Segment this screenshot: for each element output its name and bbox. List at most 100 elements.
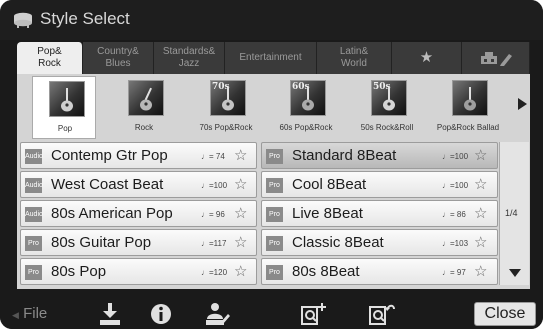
subcat-thumbnail <box>128 80 164 116</box>
style-name: Classic 8Beat <box>292 234 384 251</box>
subcat-70s-pop-rock[interactable]: 70s 70s Pop&Rock <box>194 76 258 139</box>
style-tempo: ♩=100 <box>201 181 228 190</box>
subcat-60s-pop-rock[interactable]: 60s 60s Pop&Rock <box>274 76 338 139</box>
user-edit-icon <box>480 52 512 66</box>
tab-country-blues[interactable]: Country& Blues <box>83 42 154 74</box>
tab-favorite[interactable]: ★ <box>392 42 462 74</box>
style-icon <box>14 12 32 28</box>
favorite-star-icon[interactable]: ☆ <box>234 205 247 223</box>
subcat-label: 60s Pop&Rock <box>279 123 333 132</box>
pro-type-badge: Pro <box>25 265 42 280</box>
speaker-icon: ◀ <box>12 310 19 320</box>
style-name: Contemp Gtr Pop <box>51 147 168 164</box>
tab-label: Entertainment <box>239 52 302 63</box>
style-tempo: ♩=100 <box>442 181 469 190</box>
style-name: West Coast Beat <box>51 176 164 193</box>
close-button[interactable]: Close <box>474 302 536 326</box>
tab-standards-jazz[interactable]: Standards& Jazz <box>154 42 225 74</box>
pro-type-badge: Pro <box>266 207 283 222</box>
guitar-icon <box>140 87 152 111</box>
favorite-star-icon[interactable]: ☆ <box>474 205 487 223</box>
favorite-star-icon[interactable]: ☆ <box>234 263 247 281</box>
subcat-thumbnail <box>452 80 488 116</box>
guitar-icon <box>302 87 314 111</box>
guitar-icon <box>464 87 476 111</box>
favorite-star-icon[interactable]: ☆ <box>234 234 247 252</box>
style-row-80s-guitar-pop[interactable]: Pro 80s Guitar Pop ♩=117 ☆ <box>20 229 257 256</box>
tab-pop-rock[interactable]: Pop& Rock <box>17 42 83 74</box>
guitar-icon <box>61 88 73 112</box>
style-name: Cool 8Beat <box>292 176 367 193</box>
subcat-pop[interactable]: Pop <box>32 76 96 139</box>
tab-label: Country& Blues <box>97 46 139 69</box>
subcat-thumbnail: 50s <box>371 80 407 116</box>
favorite-star-icon[interactable]: ☆ <box>234 147 247 165</box>
style-name: 80s Pop <box>51 263 107 280</box>
tab-label: Latin& World <box>339 46 369 69</box>
style-row-classic-8beat[interactable]: Pro Classic 8Beat ♩=103 ☆ <box>261 229 498 256</box>
file-button[interactable]: ◀ File <box>12 305 47 322</box>
style-tempo: ♩=117 <box>201 239 227 248</box>
style-name: 80s Guitar Pop <box>51 234 152 251</box>
subcat-label: 70s Pop&Rock <box>199 123 253 132</box>
style-select-window: Style Select Pop& Rock Country& Blues St… <box>0 0 543 329</box>
style-name: Standard 8Beat <box>292 147 397 164</box>
subcat-50s-rock-roll[interactable]: 50s 50s Rock&Roll <box>355 76 419 139</box>
favorite-star-icon[interactable]: ☆ <box>474 263 487 281</box>
style-row-80s-american-pop[interactable]: Audio 80s American Pop ♩= 96 ☆ <box>20 200 257 227</box>
audio-type-badge: Audio <box>25 178 43 193</box>
save-icon[interactable] <box>98 302 122 326</box>
style-name: 80s 8Beat <box>292 263 360 280</box>
style-name: Live 8Beat <box>292 205 363 222</box>
style-tempo: ♩=100 <box>442 152 469 161</box>
style-tempo: ♩= 96 <box>201 210 225 219</box>
subcat-label: Pop <box>57 124 73 133</box>
tab-label: Standards& Jazz <box>162 46 216 69</box>
style-row-80s-8beat[interactable]: Pro 80s 8Beat ♩= 97 ☆ <box>261 258 498 285</box>
style-name: 80s American Pop <box>51 205 173 222</box>
favorite-star-icon: ★ <box>419 49 434 66</box>
page-down-arrow-icon[interactable] <box>508 268 522 278</box>
favorite-star-icon[interactable]: ☆ <box>474 234 487 252</box>
audio-type-badge: Audio <box>25 207 43 222</box>
next-page-arrow-icon[interactable] <box>516 97 528 111</box>
pro-type-badge: Pro <box>266 149 283 164</box>
page-indicator: 1/4 <box>505 208 518 218</box>
info-icon[interactable] <box>149 302 173 326</box>
style-tempo: ♩=103 <box>442 239 469 248</box>
subcategory-strip: Pop Rock 70s 70s Pop&Rock 60s 60s Pop&Ro… <box>32 76 514 139</box>
style-row-cool-8beat[interactable]: Pro Cool 8Beat ♩=100 ☆ <box>261 171 498 198</box>
title-bar: Style Select <box>0 0 543 40</box>
favorite-star-icon[interactable]: ☆ <box>474 176 487 194</box>
audio-type-badge: Audio <box>25 149 43 164</box>
search-add-icon[interactable] <box>300 302 328 326</box>
pro-type-badge: Pro <box>266 178 283 193</box>
file-label: File <box>23 305 48 322</box>
favorite-star-icon[interactable]: ☆ <box>234 176 247 194</box>
subcat-pop-rock-ballad[interactable]: Pop&Rock Ballad <box>436 76 500 139</box>
guitar-icon <box>222 87 234 111</box>
style-tempo: ♩= 86 <box>442 210 466 219</box>
favorite-star-icon[interactable]: ☆ <box>474 147 487 165</box>
tab-user[interactable] <box>462 42 530 74</box>
subcat-label: 50s Rock&Roll <box>360 123 414 132</box>
user-style-icon[interactable] <box>204 302 230 326</box>
tab-entertainment[interactable]: Entertainment <box>225 42 317 74</box>
window-title: Style Select <box>40 9 130 28</box>
tab-label: Pop& Rock <box>37 46 62 69</box>
style-row-west-coast-beat[interactable]: Audio West Coast Beat ♩=100 ☆ <box>20 171 257 198</box>
pro-type-badge: Pro <box>266 236 283 251</box>
bottom-bar <box>0 295 543 329</box>
style-row-live-8beat[interactable]: Pro Live 8Beat ♩= 86 ☆ <box>261 200 498 227</box>
subcat-label: Rock <box>134 123 154 132</box>
tab-latin-world[interactable]: Latin& World <box>317 42 392 74</box>
style-row-80s-pop[interactable]: Pro 80s Pop ♩=120 ☆ <box>20 258 257 285</box>
style-row-standard-8beat[interactable]: Pro Standard 8Beat ♩=100 ☆ <box>261 142 498 169</box>
subcat-thumbnail: 60s <box>290 80 326 116</box>
category-tabs: Pop& Rock Country& Blues Standards& Jazz… <box>17 42 530 74</box>
style-tempo: ♩= 97 <box>442 268 466 277</box>
subcat-rock[interactable]: Rock <box>112 76 176 139</box>
search-back-icon[interactable] <box>368 302 396 326</box>
style-tempo: ♩= 74 <box>201 152 225 161</box>
style-row-contemp-gtr-pop[interactable]: Audio Contemp Gtr Pop ♩= 74 ☆ <box>20 142 257 169</box>
